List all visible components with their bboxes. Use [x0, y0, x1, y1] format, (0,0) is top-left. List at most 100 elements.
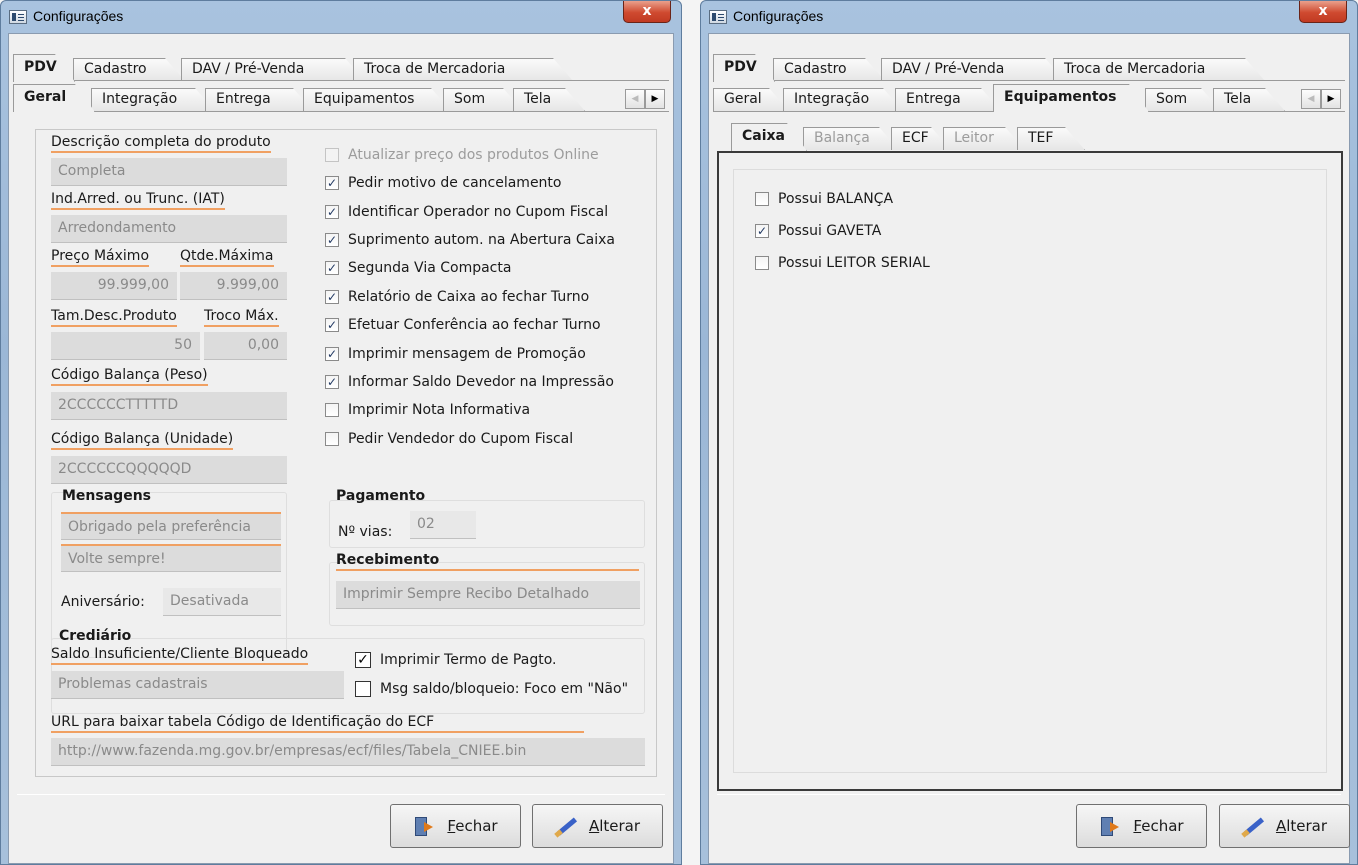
checkbox-icon — [325, 148, 339, 162]
vias-field[interactable]: 02 — [410, 511, 476, 539]
window-app-icon — [9, 10, 27, 24]
alterar-accel: A — [1275, 817, 1287, 835]
caixa-panel: Possui BALANÇA ✓ Possui GAVETA Possui LEI… — [717, 151, 1343, 791]
check-label: Possui GAVETA — [778, 223, 882, 239]
alterar-button[interactable]: Alterar — [532, 804, 663, 848]
descricao-field[interactable]: Completa — [51, 158, 287, 186]
config-window-equipamentos: Configurações x PDV Cadastro DAV / Pré-V… — [700, 0, 1358, 865]
check-suprimento[interactable]: ✓ Suprimento autom. na Abertura Caixa — [325, 229, 615, 251]
vias-label: Nº vias: — [338, 524, 393, 540]
tab-entrega[interactable]: Entrega — [895, 88, 1001, 111]
alterar-button[interactable]: Alterar — [1219, 804, 1350, 848]
tab-tela[interactable]: Tela — [513, 88, 585, 111]
check-possui-gaveta[interactable]: ✓ Possui GAVETA — [755, 220, 881, 242]
check-nota-informativa[interactable]: Imprimir Nota Informativa — [325, 399, 530, 421]
title-bar[interactable]: Configurações x — [1, 1, 681, 33]
check-pedir-motivo[interactable]: ✓ Pedir motivo de cancelamento — [325, 172, 561, 194]
fechar-button[interactable]: Fechar — [1076, 804, 1207, 848]
url-label: URL para baixar tabela Código de Identif… — [51, 714, 585, 733]
fechar-button[interactable]: Fechar — [390, 804, 521, 848]
check-pedir-vendedor[interactable]: Pedir Vendedor do Cupom Fiscal — [325, 428, 573, 450]
scroll-left-arrow-icon[interactable]: ◀ — [625, 89, 645, 109]
tab-troca-de-mercadoria[interactable]: Troca de Mercadoria — [1053, 58, 1265, 81]
tab-geral[interactable]: Geral — [13, 84, 95, 112]
check-possui-leitor-serial[interactable]: Possui LEITOR SERIAL — [755, 252, 930, 274]
tab-divider — [713, 80, 1345, 81]
check-possui-balanca[interactable]: Possui BALANÇA — [755, 188, 893, 210]
check-label: Informar Saldo Devedor na Impressão — [348, 374, 614, 390]
scroll-right-arrow-icon[interactable]: ▶ — [1321, 89, 1341, 109]
tab-balanca[interactable]: Balança — [803, 127, 899, 150]
ind-arred-field[interactable]: Arredondamento — [51, 215, 287, 243]
check-segunda-via[interactable]: ✓ Segunda Via Compacta — [325, 257, 511, 279]
tab-equipamentos[interactable]: Equipamentos — [303, 88, 451, 111]
title-bar[interactable]: Configurações x — [701, 1, 1357, 33]
checkmark-icon: ✓ — [325, 233, 339, 247]
close-button[interactable]: x — [623, 1, 671, 23]
check-label: Segunda Via Compacta — [348, 260, 512, 276]
recebimento-field[interactable]: Imprimir Sempre Recibo Detalhado — [336, 581, 640, 609]
tab-tela[interactable]: Tela — [1213, 88, 1285, 111]
top-tab-row: PDV Cadastro DAV / Pré-Venda Troca de Me… — [713, 54, 1273, 81]
scroll-left-arrow-icon[interactable]: ◀ — [1301, 89, 1321, 109]
window-client-area: PDV Cadastro DAV / Pré-Venda Troca de Me… — [708, 33, 1350, 864]
subtab-divider — [13, 111, 669, 112]
preco-max-field[interactable]: 99.999,00 — [51, 272, 177, 300]
tab-pdv[interactable]: PDV — [13, 54, 75, 82]
tab-pdv[interactable]: PDV — [713, 54, 775, 82]
tab-cadastro[interactable]: Cadastro — [73, 58, 185, 81]
mensagens-title: Mensagens — [62, 488, 151, 504]
mensagem-2-field[interactable]: Volte sempre! — [61, 544, 281, 572]
qtde-max-field[interactable]: 9.999,00 — [180, 272, 287, 300]
tab-troca-de-mercadoria[interactable]: Troca de Mercadoria — [353, 58, 573, 81]
fechar-label: echar — [1141, 817, 1184, 835]
tab-tef[interactable]: TEF — [1017, 127, 1085, 150]
tab-integracao[interactable]: Integração — [91, 88, 215, 111]
tab-som[interactable]: Som — [1145, 88, 1221, 111]
close-button[interactable]: x — [1299, 1, 1347, 23]
aniversario-field[interactable]: Desativada — [163, 588, 281, 616]
pencil-icon — [555, 816, 577, 836]
check-label: Efetuar Conferência ao fechar Turno — [348, 317, 601, 333]
scroll-right-arrow-icon[interactable]: ▶ — [645, 89, 665, 109]
tab-integracao[interactable]: Integração — [783, 88, 903, 111]
check-saldo-devedor[interactable]: ✓ Informar Saldo Devedor na Impressão — [325, 371, 614, 393]
checkmark-icon: ✓ — [325, 347, 339, 361]
cod-bal-unid-field[interactable]: 2CCCCCCQQQQQD — [51, 456, 287, 484]
check-efetuar-conferencia[interactable]: ✓ Efetuar Conferência ao fechar Turno — [325, 314, 601, 336]
tab-caixa[interactable]: Caixa — [731, 123, 807, 151]
tab-equipamentos[interactable]: Equipamentos — [993, 84, 1149, 112]
tab-cadastro[interactable]: Cadastro — [773, 58, 885, 81]
window-title: Configurações — [33, 8, 124, 24]
saldo-insuficiente-field[interactable]: Problemas cadastrais — [51, 671, 344, 699]
mensagem-1-field[interactable]: Obrigado pela preferência — [61, 512, 281, 540]
url-field[interactable]: http://www.fazenda.mg.gov.br/empresas/ec… — [51, 738, 645, 766]
check-identificar-operador[interactable]: ✓ Identificar Operador no Cupom Fiscal — [325, 201, 608, 223]
tam-desc-field[interactable]: 50 — [51, 332, 200, 360]
check-relatorio-caixa[interactable]: ✓ Relatório de Caixa ao fechar Turno — [325, 286, 589, 308]
descricao-label: Descrição completa do produto — [51, 134, 271, 153]
exit-door-icon — [1099, 816, 1121, 836]
tab-som[interactable]: Som — [443, 88, 523, 111]
check-label: Atualizar preço dos produtos Online — [348, 147, 599, 163]
check-imprimir-termo[interactable]: ✓ Imprimir Termo de Pagto. — [355, 649, 556, 671]
tab-entrega[interactable]: Entrega — [205, 88, 313, 111]
geral-panel: Descrição completa do produto Completa I… — [35, 129, 657, 777]
check-label: Imprimir Nota Informativa — [348, 402, 531, 418]
troco-max-field[interactable]: 0,00 — [204, 332, 287, 360]
window-app-icon — [709, 10, 727, 24]
tab-dav-pre-venda[interactable]: DAV / Pré-Venda — [181, 58, 365, 81]
checkmark-icon: ✓ — [325, 261, 339, 275]
check-label: Msg saldo/bloqueio: Foco em "Não" — [380, 681, 629, 697]
check-imprimir-promocao[interactable]: ✓ Imprimir mensagem de Promoção — [325, 343, 586, 365]
tab-dav-pre-venda[interactable]: DAV / Pré-Venda — [881, 58, 1065, 81]
check-label: Identificar Operador no Cupom Fiscal — [348, 204, 609, 220]
tab-ecf[interactable]: ECF — [891, 127, 951, 150]
check-atualizar-preco[interactable]: Atualizar preço dos produtos Online — [325, 144, 599, 166]
tam-desc-label: Tam.Desc.Produto — [51, 308, 177, 327]
tab-leitor[interactable]: Leitor — [943, 127, 1025, 150]
cod-bal-peso-field[interactable]: 2CCCCCCTTTTTD — [51, 392, 287, 420]
check-msg-saldo-foco[interactable]: Msg saldo/bloqueio: Foco em "Não" — [355, 678, 628, 700]
tab-geral[interactable]: Geral — [713, 88, 789, 111]
checkmark-icon: ✓ — [325, 318, 339, 332]
